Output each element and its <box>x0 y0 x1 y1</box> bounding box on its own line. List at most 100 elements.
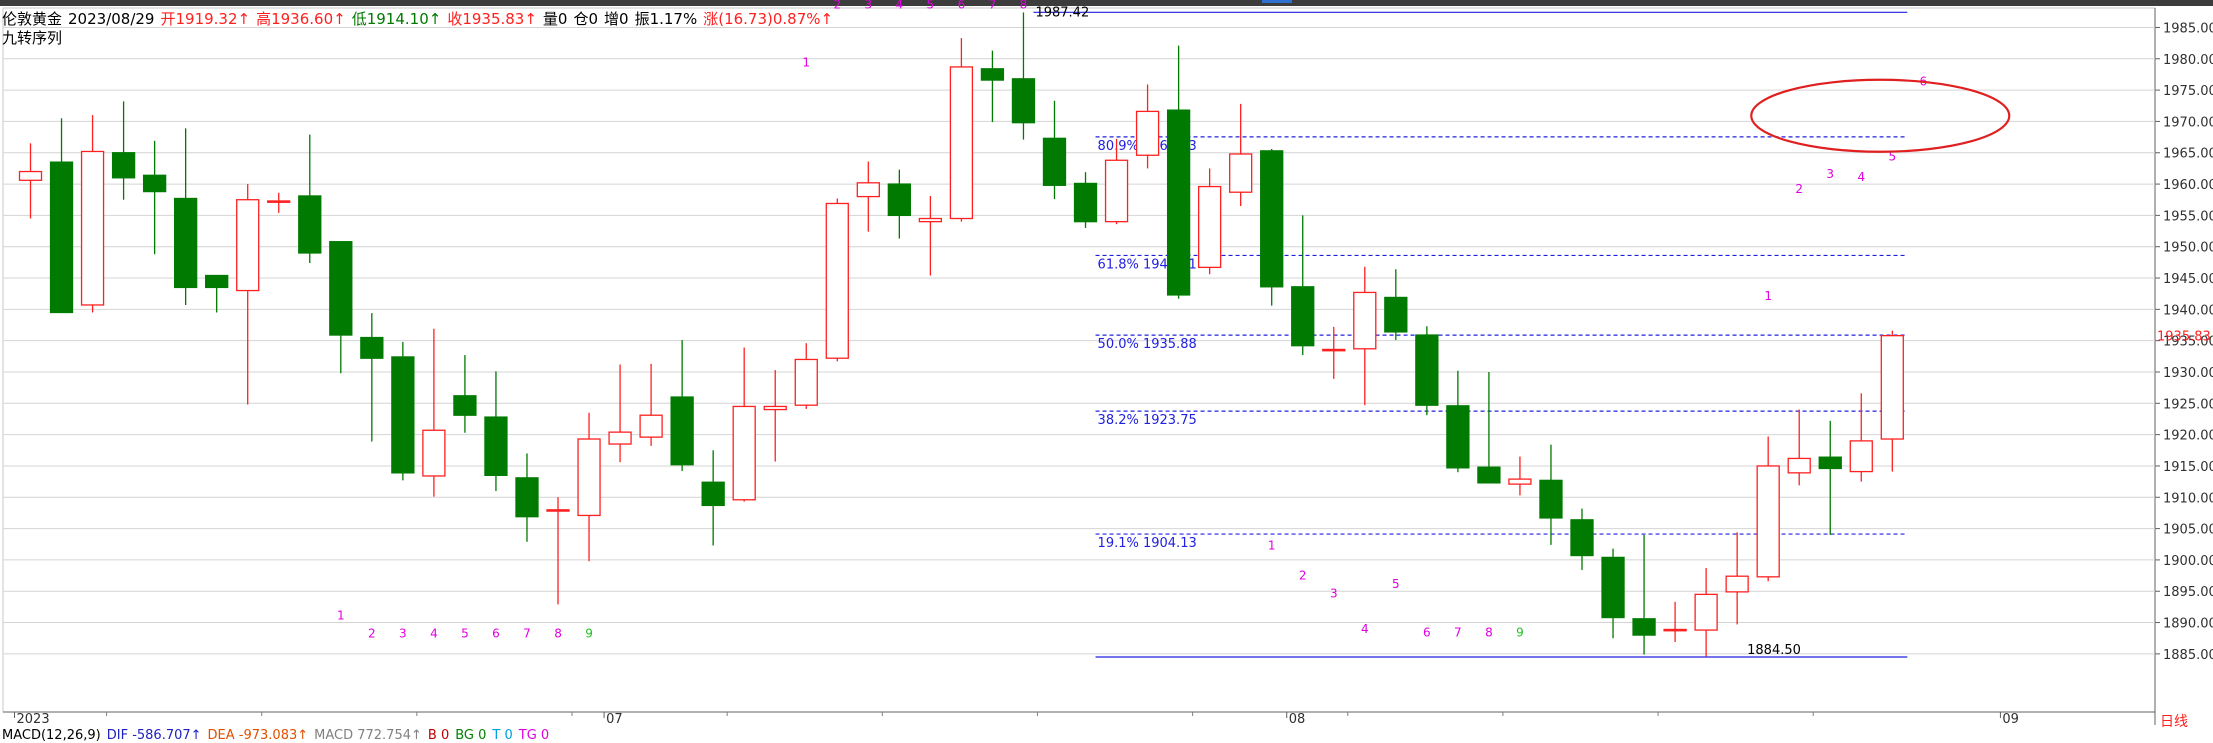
candle-body <box>1011 78 1036 124</box>
candle-body <box>670 396 694 466</box>
candle <box>949 38 974 222</box>
candle <box>111 101 136 200</box>
candle <box>1725 532 1749 625</box>
candle <box>1663 601 1687 642</box>
candle-body <box>949 66 974 220</box>
candle <box>1446 370 1470 473</box>
macd-t: T 0 <box>492 728 513 743</box>
amplitude-value: 振1.17% <box>634 10 698 28</box>
macd-readout: MACD(12,26,9) DIF -586.707↑ DEA -973.083↑ M… <box>2 729 555 742</box>
candle <box>887 169 911 239</box>
y-tick-label: 1980.00 <box>2163 53 2213 68</box>
candle-body <box>1073 182 1098 223</box>
fib-level-label: 50.0% 1935.88 <box>1098 337 1197 352</box>
y-tick-label: 1890.00 <box>2163 617 2213 632</box>
macd-tg: TG 0 <box>518 728 550 743</box>
y-tick-label: 1925.00 <box>2163 397 2213 412</box>
y-tick-label: 1920.00 <box>2163 429 2213 444</box>
sequence-label: 9 <box>585 627 593 641</box>
candle <box>794 343 818 409</box>
sequence-label: 1 <box>1268 538 1276 552</box>
swing-high-label: 1987.42 <box>1035 5 1089 20</box>
candle-body <box>1260 150 1284 288</box>
y-tick-label: 1975.00 <box>2163 84 2213 99</box>
low-price: 低1914.10↑ <box>351 10 442 28</box>
y-tick-label: 1895.00 <box>2163 585 2213 600</box>
candle-body <box>1694 593 1718 631</box>
candle-body <box>1229 153 1253 193</box>
candle <box>205 274 229 313</box>
candle-body <box>391 356 415 474</box>
macd-dif: DIF -586.707↑ <box>106 728 202 743</box>
candle-body <box>918 217 943 223</box>
y-tick-label: 1945.00 <box>2163 272 2213 287</box>
candle <box>18 143 43 219</box>
sequence-label: 5 <box>461 627 469 641</box>
fib-level-label: 38.2% 1923.75 <box>1098 413 1197 428</box>
candle-body <box>1322 348 1346 352</box>
sequence-label: 4 <box>1857 170 1865 184</box>
sequence-label: 3 <box>1826 167 1834 181</box>
y-tick-label: 1955.00 <box>2163 209 2213 224</box>
candle <box>1880 330 1904 472</box>
candle-body <box>1570 519 1594 557</box>
candle <box>1818 420 1842 535</box>
candle-body <box>1042 137 1067 186</box>
candle-body <box>360 336 384 359</box>
candle <box>1135 84 1160 169</box>
candle-body <box>1632 618 1656 636</box>
sequence-label: 5 <box>1392 577 1400 591</box>
candle-body <box>1384 296 1408 333</box>
x-tick-label: 2023 <box>17 712 50 727</box>
candle-body <box>1197 185 1222 269</box>
y-tick-label: 1970.00 <box>2163 115 2213 130</box>
candle-body <box>1477 466 1501 484</box>
candle-body <box>1353 291 1377 350</box>
candle-body <box>794 358 818 406</box>
candle <box>1849 393 1873 482</box>
candle-body <box>18 170 43 181</box>
candle <box>360 313 384 442</box>
candle <box>1601 548 1625 639</box>
candle <box>267 192 291 213</box>
candle-body <box>1818 456 1842 470</box>
sequence-label: 4 <box>896 0 904 12</box>
candle-body <box>1880 335 1904 440</box>
candle-body <box>205 274 229 289</box>
candle-body <box>701 481 725 507</box>
candle <box>856 161 880 232</box>
x-tick-label: 09 <box>2002 712 2019 727</box>
y-tick-label: 1965.00 <box>2163 147 2213 162</box>
sequence-label: 4 <box>1361 622 1369 636</box>
candle <box>484 371 508 492</box>
candle-body <box>1787 457 1811 474</box>
last-price-label: 1935.83 <box>2157 329 2211 344</box>
sequence-label: 7 <box>989 0 997 12</box>
y-tick-label: 1900.00 <box>2163 554 2213 569</box>
x-tick-label: 07 <box>606 712 623 727</box>
swing-low-label: 1884.50 <box>1747 643 1801 658</box>
y-tick-label: 1905.00 <box>2163 523 2213 538</box>
candlestick-chart[interactable]: 1885.00 1890.00 1895.00 1900.00 1905.00 1910.… <box>0 0 2213 739</box>
candle-body <box>1725 575 1749 593</box>
candle <box>422 328 446 497</box>
high-price: 高1936.60↑ <box>256 10 346 28</box>
candle-body <box>111 152 136 179</box>
sequence-label: 6 <box>492 627 500 641</box>
candle <box>80 115 105 313</box>
candle-body <box>1663 628 1687 632</box>
candle-body <box>49 161 74 314</box>
sequence-label: 1 <box>802 55 810 69</box>
candle-body <box>453 395 477 416</box>
candle <box>1073 172 1098 228</box>
candle-body <box>422 429 446 477</box>
macd-name: MACD(12,26,9) <box>2 728 101 743</box>
candle <box>1353 266 1377 406</box>
candle-body <box>515 477 539 518</box>
y-tick-label: 1950.00 <box>2163 241 2213 256</box>
open-price: 开1919.32↑ <box>160 10 251 28</box>
candle <box>670 340 694 471</box>
candle <box>298 134 322 263</box>
period-tab-daily[interactable]: 日线 <box>2160 711 2188 731</box>
candle <box>546 497 570 605</box>
